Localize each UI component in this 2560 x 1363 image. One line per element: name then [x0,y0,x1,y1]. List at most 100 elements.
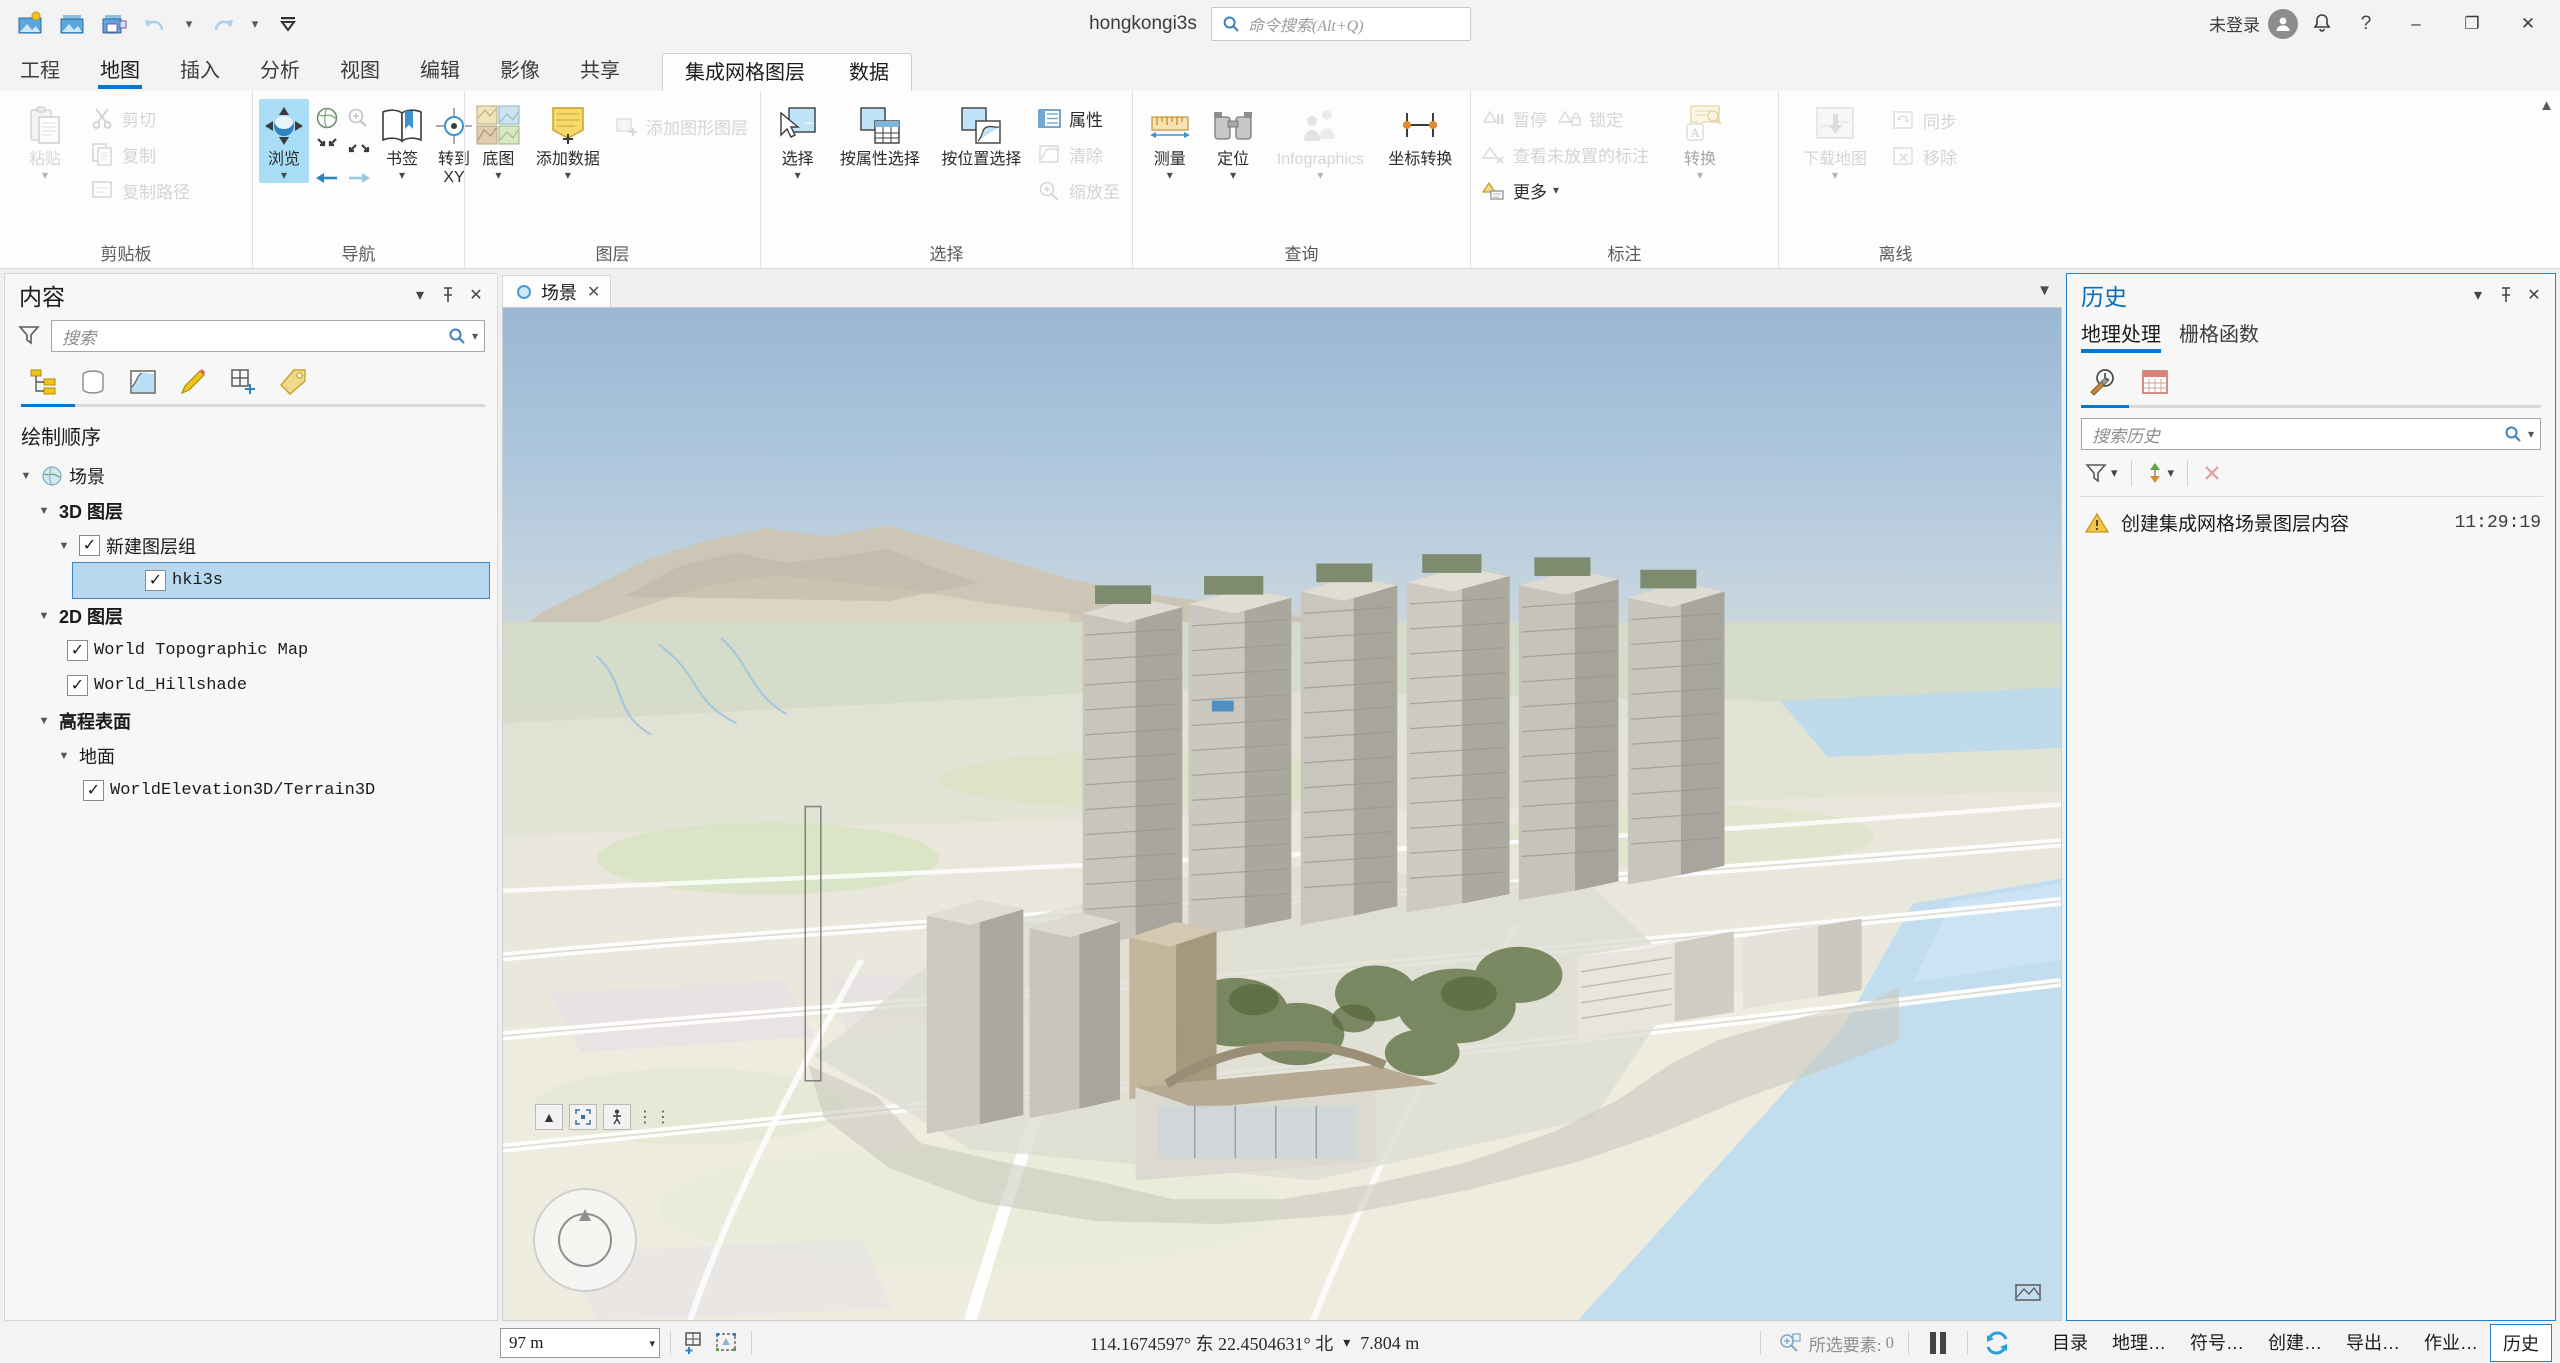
more-labeling-button[interactable]: 更多 ▾ [1477,173,1655,207]
scene-canvas[interactable]: ▲ ⋮⋮ [502,307,2062,1321]
zoom-in-box-button[interactable] [311,133,343,163]
redo-icon[interactable] [202,4,242,44]
ribbon-tab-edit[interactable]: 编辑 [400,51,480,91]
next-extent-button[interactable] [343,163,375,193]
infographics-button[interactable]: Infographics ▾ [1266,99,1375,183]
sign-in-status[interactable]: 未登录 [2209,11,2260,36]
tree-item-new-group-layer[interactable]: ▼ ✓ 新建图层组 [5,528,497,563]
history-pin-icon[interactable] [2493,282,2519,308]
history-search-input[interactable]: 搜索历史 ▾ [2081,418,2541,450]
collapse-ribbon-icon[interactable]: ▲ [2539,97,2554,114]
refresh-icon[interactable] [1982,1329,2012,1357]
bottom-tab-symbology[interactable]: 符号… [2178,1324,2256,1362]
explore-dropdown-icon[interactable]: ▾ [281,169,287,181]
list-by-labeling-icon[interactable] [271,362,315,402]
bottom-tab-create[interactable]: 创建… [2256,1324,2334,1362]
locate-dropdown-icon[interactable]: ▾ [1230,169,1236,181]
add-graphics-layer-button[interactable]: 添加图形图层 [610,109,754,143]
select-dropdown-icon[interactable]: ▾ [795,169,801,181]
view-collapse-icon[interactable]: ▼ [2037,282,2062,299]
convert-labels-button[interactable]: A 转换 ▾ [1669,99,1731,183]
tree-item-world-topographic-map[interactable]: ✓ World Topographic Map [5,633,497,668]
contextual-tab-integrated-mesh-layer[interactable]: 集成网格图层 [663,55,827,91]
close-button[interactable]: ✕ [2502,1,2554,47]
new-project-icon[interactable] [10,4,50,44]
history-tab-raster-functions[interactable]: 栅格函数 [2179,318,2259,353]
ribbon-tab-insert[interactable]: 插入 [160,51,240,91]
tree-item-3d-layers[interactable]: ▼ 3D 图层 [5,493,497,528]
history-menu-icon[interactable]: ▾ [2465,282,2491,308]
bottom-tab-catalog[interactable]: 目录 [2040,1324,2100,1362]
ribbon-tab-imagery[interactable]: 影像 [480,51,560,91]
select-by-attributes-button[interactable]: 按属性选择 [830,99,929,173]
contents-search-dropdown-icon[interactable]: ▾ [472,329,478,343]
expand-overlay-icon[interactable]: ▲ [535,1104,563,1130]
contents-close-icon[interactable]: ✕ [463,282,489,308]
save-project-icon[interactable] [94,4,134,44]
close-view-icon[interactable]: ✕ [587,282,600,302]
minimize-button[interactable]: – [2390,1,2442,47]
ribbon-tab-view[interactable]: 视图 [320,51,400,91]
coordinate-conversion-button[interactable]: 坐标转换 [1377,99,1464,173]
pause-drawing-icon[interactable] [1923,1329,1953,1357]
history-sort-button[interactable]: ▾ [2142,458,2178,488]
undo-icon[interactable] [136,4,176,44]
full-extent-button[interactable] [311,103,343,133]
ribbon-tab-project[interactable]: 工程 [0,51,80,91]
attributes-button[interactable]: 属性 [1033,101,1126,135]
tree-item-elevation-surfaces[interactable]: ▼ 高程表面 [5,703,497,738]
measure-button[interactable]: 测量 ▾ [1139,99,1200,183]
more-labeling-dropdown-icon[interactable]: ▾ [1553,184,1559,196]
view-tab-scene[interactable]: 场景 ✕ [502,275,612,307]
bottom-tab-history[interactable]: 历史 [2490,1324,2552,1362]
fixed-zoom-in-button[interactable] [343,103,375,133]
coordinates-dropdown-icon[interactable]: ▾ [1343,1335,1350,1352]
remove-offline-button[interactable]: 移除 [1887,139,1963,173]
explore-button[interactable]: 浏览 ▾ [259,99,309,184]
tree-item-world-hillshade[interactable]: ✓ World_Hillshade [5,668,497,703]
select-by-location-button[interactable]: 按位置选择 [932,99,1031,173]
paste-dropdown-icon[interactable]: ▾ [42,169,48,181]
ribbon-tab-analysis[interactable]: 分析 [240,51,320,91]
layer-visibility-checkbox[interactable]: ✓ [67,675,88,696]
infographics-dropdown-icon[interactable]: ▾ [1317,169,1323,181]
contents-pin-icon[interactable] [435,282,461,308]
redo-dropdown-icon[interactable]: ▾ [244,4,266,44]
map-scale-selector[interactable]: 97 m ▾ [500,1328,660,1358]
list-by-data-source-icon[interactable] [71,362,115,402]
navigator-dial[interactable] [558,1209,612,1267]
view-unplaced-labels-button[interactable]: 查看未放置的标注 [1477,137,1655,171]
attribution-icon[interactable] [2011,1278,2045,1306]
bottom-tab-tasks[interactable]: 作业… [2412,1324,2490,1362]
bottom-tab-export[interactable]: 导出… [2334,1324,2412,1362]
layer-visibility-checkbox[interactable]: ✓ [67,640,88,661]
open-project-icon[interactable] [52,4,92,44]
tree-item-2d-layers[interactable]: ▼ 2D 图层 [5,598,497,633]
lock-labeling-button[interactable]: 锁定 [1553,101,1629,135]
avatar[interactable] [2268,8,2298,39]
basemap-dropdown-icon[interactable]: ▾ [495,169,501,181]
list-by-drawing-order-icon[interactable] [21,362,65,402]
pause-labeling-button[interactable]: 暂停 [1477,101,1553,135]
overlay-more-icon[interactable]: ⋮⋮ [637,1107,673,1127]
select-button[interactable]: 选择 ▾ [767,99,828,183]
expand-arrow-icon[interactable]: ▼ [35,610,53,622]
history-delete-button[interactable] [2198,459,2226,487]
contents-search-input[interactable]: 搜索 ▾ [51,320,485,352]
measure-dropdown-icon[interactable]: ▾ [1167,169,1173,181]
history-filter-dropdown-icon[interactable]: ▾ [2111,465,2118,481]
clear-selection-button[interactable]: 清除 [1033,137,1126,171]
download-map-dropdown-icon[interactable]: ▾ [1832,169,1838,181]
add-data-dropdown-icon[interactable]: ▾ [565,169,571,181]
expand-arrow-icon[interactable]: ▼ [55,540,73,552]
download-map-button[interactable]: 下载地图 ▾ [1785,99,1885,183]
history-filter-button[interactable]: ▾ [2081,458,2121,488]
layer-visibility-checkbox[interactable]: ✓ [83,780,104,801]
basemap-button[interactable]: 底图 ▾ [471,99,526,183]
tool-history-icon[interactable] [2081,361,2125,401]
layer-visibility-checkbox[interactable]: ✓ [79,535,100,556]
expand-arrow-icon[interactable]: ▼ [35,715,53,727]
ribbon-tab-share[interactable]: 共享 [560,51,640,91]
bookmarks-dropdown-icon[interactable]: ▾ [399,169,405,181]
navigator-control[interactable] [533,1188,637,1292]
